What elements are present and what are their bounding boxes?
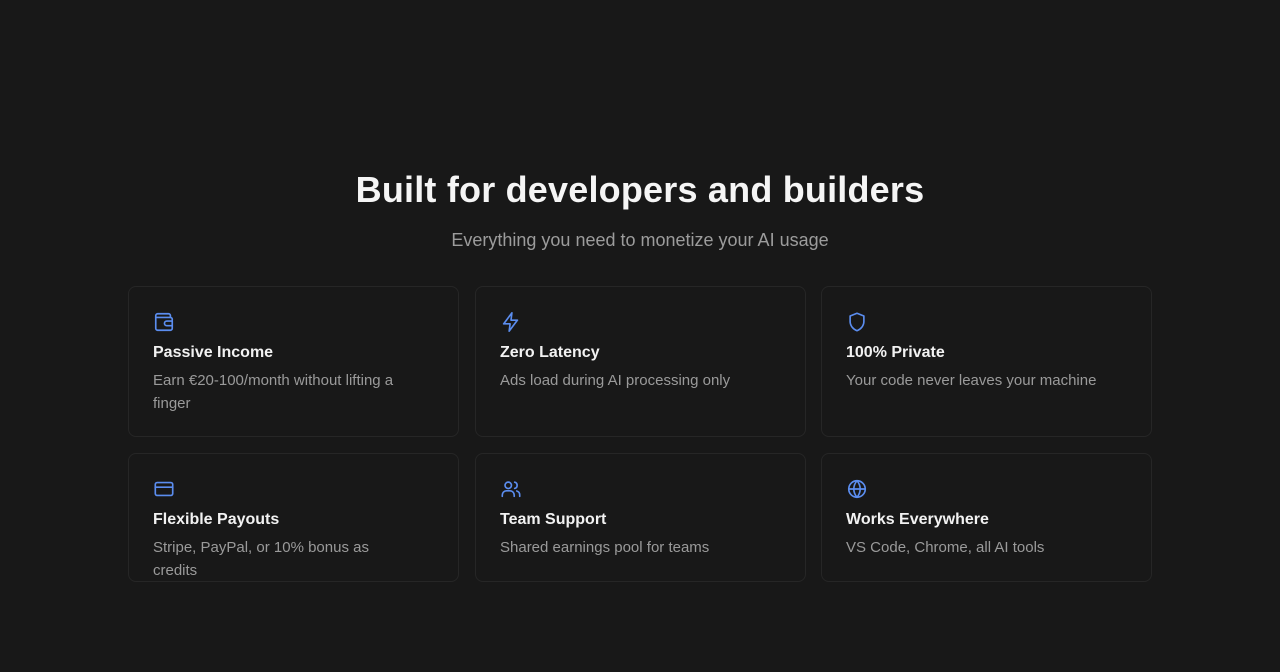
feature-description: Your code never leaves your machine <box>846 372 1097 389</box>
feature-description: VS Code, Chrome, all AI tools <box>846 539 1045 556</box>
feature-description: Shared earnings pool for teams <box>500 539 710 556</box>
lightning-icon <box>500 311 522 333</box>
feature-description: Earn €20-100/month without lifting a fin… <box>153 372 394 412</box>
feature-card-flexible-payouts: Flexible Payouts Stripe, PayPal, or 10% … <box>128 453 459 582</box>
feature-card-private: 100% Private Your code never leaves your… <box>821 286 1152 437</box>
credit-card-icon <box>153 478 175 500</box>
globe-icon <box>846 478 868 500</box>
section-title: Built for developers and builders <box>355 169 925 210</box>
feature-card-team-support: Team Support Shared earnings pool for te… <box>475 453 806 582</box>
feature-card-zero-latency: Zero Latency Ads load during AI processi… <box>475 286 806 437</box>
feature-description: Stripe, PayPal, or 10% bonus as credits <box>153 539 369 579</box>
section-subtitle: Everything you need to monetize your AI … <box>451 230 829 250</box>
feature-title: Team Support <box>500 511 607 528</box>
feature-card-works-everywhere: Works Everywhere VS Code, Chrome, all AI… <box>821 453 1152 582</box>
feature-card-passive-income: Passive Income Earn €20-100/month withou… <box>128 286 459 437</box>
feature-title: Zero Latency <box>500 344 600 361</box>
feature-title: Passive Income <box>153 344 274 361</box>
feature-title: Flexible Payouts <box>153 511 280 528</box>
feature-title: Works Everywhere <box>846 511 989 528</box>
feature-title: 100% Private <box>846 344 945 361</box>
users-icon <box>500 478 522 500</box>
wallet-icon <box>153 311 175 333</box>
feature-description: Ads load during AI processing only <box>500 372 731 389</box>
features-section: Built for developers and builders Everyt… <box>0 0 1280 672</box>
shield-icon <box>846 311 868 333</box>
